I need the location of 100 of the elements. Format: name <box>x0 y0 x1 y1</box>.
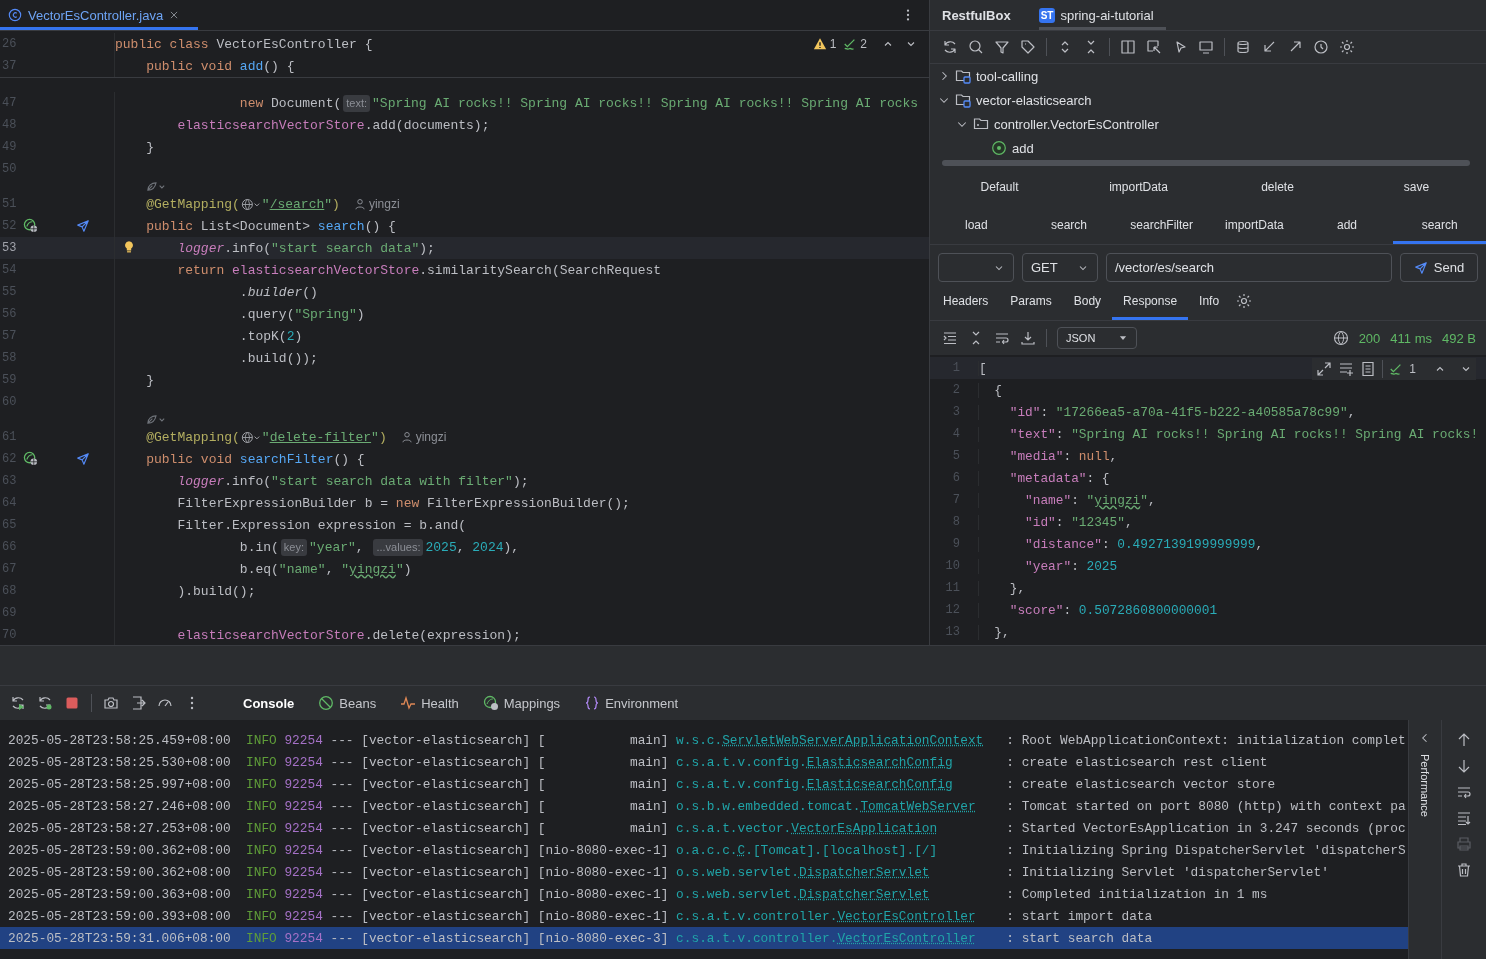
globe-icon[interactable] <box>240 430 261 444</box>
request-tab[interactable]: search <box>1393 206 1486 244</box>
side-panel-label[interactable]: Performance <box>1419 754 1431 817</box>
log-time: 2025-05-28T23:59:00.362+08:00 <box>8 864 231 880</box>
thread-name: [nio-8080-exec-1] <box>537 886 669 902</box>
run-tab[interactable]: Environment <box>572 686 691 720</box>
scroll-to-end-icon[interactable] <box>1456 810 1472 826</box>
detail-tab[interactable]: Params <box>999 282 1063 320</box>
document-icon[interactable] <box>1360 361 1377 377</box>
camera-icon[interactable] <box>103 695 119 711</box>
folder-icon <box>973 116 989 132</box>
warning-icon[interactable] <box>812 37 827 51</box>
globe-icon[interactable] <box>240 197 261 211</box>
run-tab[interactable]: Health <box>388 686 471 720</box>
rerun-icon[interactable] <box>10 695 26 711</box>
stop-icon[interactable] <box>64 695 80 711</box>
logger-name[interactable]: o.s.b.w.embedded.tomcat.TomcatWebServer <box>676 798 999 814</box>
wrap-icon[interactable] <box>994 330 1010 346</box>
process-id: 92254 <box>284 732 323 748</box>
log-separator: --- <box>330 754 354 770</box>
send-icon[interactable] <box>76 219 90 233</box>
logger-name[interactable]: c.s.a.t.v.controller.VectorEsController <box>676 908 999 924</box>
request-tab[interactable]: delete <box>1208 168 1347 206</box>
settings-icon[interactable] <box>1339 39 1355 55</box>
log-time: 2025-05-28T23:59:31.006+08:00 <box>8 930 231 946</box>
run-tab[interactable]: Console <box>231 686 307 720</box>
filter-icon[interactable] <box>994 39 1010 55</box>
run-tab[interactable]: Mappings <box>470 686 573 720</box>
rerun-debug-icon[interactable] <box>37 695 53 711</box>
code-text: elasticsearchVectorStore.delete(expression); <box>177 627 521 643</box>
add-list-icon[interactable] <box>1338 361 1355 377</box>
format-dropdown[interactable]: JSON <box>1057 327 1137 349</box>
logger-name[interactable]: o.s.web.servlet.DispatcherServlet <box>676 864 999 880</box>
bean-globe-icon[interactable] <box>23 218 38 233</box>
log-level: INFO <box>246 886 277 902</box>
search-icon[interactable] <box>968 39 984 55</box>
run-tab[interactable]: Beans <box>306 686 389 720</box>
detail-tab[interactable]: Headers <box>932 282 1000 320</box>
detail-tab[interactable]: Info <box>1188 282 1231 320</box>
detail-tab[interactable]: Response <box>1112 282 1189 320</box>
logger-name[interactable]: o.a.c.c.C.[Tomcat].[localhost].[/] <box>676 842 999 858</box>
trash-icon[interactable] <box>1456 862 1472 878</box>
tree-item[interactable]: add <box>1012 140 1034 156</box>
logger-name[interactable]: c.s.a.t.vector.VectorEsApplication <box>676 820 999 836</box>
database-icon[interactable] <box>1235 39 1251 55</box>
log-message: : start search data <box>1006 930 1153 946</box>
request-tab[interactable]: add <box>1300 206 1394 244</box>
expand-icon[interactable] <box>1316 361 1333 377</box>
send-button[interactable]: Send <box>1400 253 1478 282</box>
send-icon[interactable] <box>76 452 90 466</box>
download-icon[interactable] <box>1020 330 1036 346</box>
leaf-menu-icon[interactable] <box>146 414 166 425</box>
parameter-hint: key: <box>280 538 308 556</box>
log-time: 2025-05-28T23:58:25.997+08:00 <box>8 776 231 792</box>
send-icon <box>1413 260 1428 275</box>
log-time: 2025-05-28T23:59:00.363+08:00 <box>8 886 231 902</box>
monitor-icon[interactable] <box>1198 39 1214 55</box>
code-text: "year", <box>309 539 365 555</box>
warning-count: 1 <box>829 37 837 51</box>
logger-name[interactable]: w.s.c.ServletWebServerApplicationContext <box>676 732 999 748</box>
project-tab[interactable]: ST spring-ai-tutorial <box>1038 0 1166 30</box>
request-tab[interactable]: Default <box>930 168 1069 206</box>
logger-name[interactable]: c.s.a.t.v.config.ElasticsearchConfig <box>676 776 999 792</box>
tag-icon[interactable] <box>1020 39 1036 55</box>
close-icon[interactable] <box>169 10 180 20</box>
request-tab[interactable]: importData <box>1208 206 1301 244</box>
import-icon[interactable] <box>1261 39 1277 55</box>
tree-item[interactable]: controller.VectorEsController <box>994 116 1159 132</box>
arrow-down-icon[interactable] <box>1456 758 1472 774</box>
file-tab[interactable]: VectorEsController.java <box>0 0 198 30</box>
request-tab[interactable]: importData <box>1069 168 1208 206</box>
url-field[interactable]: /vector/es/search <box>1106 253 1392 282</box>
request-tab[interactable]: searchFilter <box>1115 206 1208 244</box>
detail-tab[interactable]: Body <box>1062 282 1113 320</box>
locate-icon[interactable] <box>1146 39 1162 55</box>
refresh-icon[interactable] <box>942 39 958 55</box>
leaf-menu-icon[interactable] <box>146 181 166 192</box>
arrow-up-icon[interactable] <box>1456 732 1472 748</box>
history-icon[interactable] <box>1313 39 1329 55</box>
tree-item[interactable]: tool-calling <box>976 68 1039 84</box>
scrollbar[interactable] <box>942 160 1470 166</box>
request-tab[interactable]: load <box>930 206 1023 244</box>
logger-name[interactable]: c.s.a.t.v.config.ElasticsearchConfig <box>676 754 999 770</box>
tree-item[interactable]: vector-elasticsearch <box>976 92 1092 108</box>
method-dropdown[interactable]: GET <box>1022 253 1098 282</box>
indent-icon[interactable] <box>942 330 958 346</box>
log-separator: --- <box>330 886 354 902</box>
split-view-icon[interactable] <box>1120 39 1136 55</box>
log-separator: --- <box>330 820 354 836</box>
lightbulb-icon[interactable] <box>122 240 136 254</box>
logger-name[interactable]: o.s.web.servlet.DispatcherServlet <box>676 886 999 902</box>
settings-icon[interactable] <box>1236 293 1253 309</box>
bean-globe-icon[interactable] <box>23 451 38 466</box>
code-text: "id": "12345", <box>1025 514 1133 530</box>
wrap-icon[interactable] <box>1456 784 1472 800</box>
exit-icon[interactable] <box>130 695 146 711</box>
log-level: INFO <box>246 732 277 748</box>
request-tab[interactable]: search <box>1022 206 1116 244</box>
request-tab[interactable]: save <box>1347 168 1486 206</box>
code-text: .build()); <box>239 350 318 366</box>
